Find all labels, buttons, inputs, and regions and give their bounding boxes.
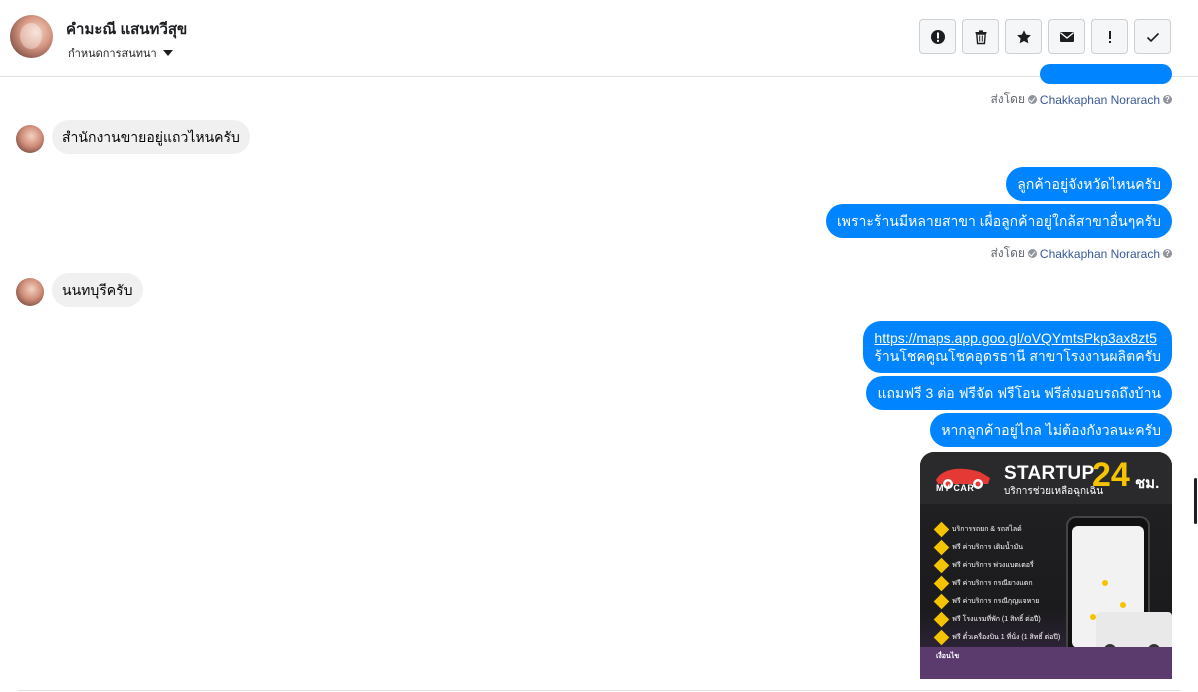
report-spam-button[interactable] — [919, 19, 956, 54]
sent-by-label: ส่งโดย — [990, 92, 1025, 106]
conditions-label: เงื่อนไข — [936, 653, 960, 660]
sender-name-link[interactable]: Chakkaphan Norarach — [1040, 247, 1160, 261]
help-icon[interactable]: ? — [1163, 95, 1172, 104]
check-icon — [1146, 32, 1159, 42]
message-bubble-outgoing[interactable]: หากลูกค้าอยู่ไกล ไม่ต้องกังวลนะครับ — [930, 413, 1172, 447]
service-label: ฟรี ค่าบริการ เติมน้ำมัน — [952, 544, 1024, 551]
service-label: ฟรี ค่าบริการ พ่วงแบตเตอรี่ — [952, 562, 1034, 569]
envelope-icon — [1059, 31, 1074, 42]
service-diamond-icon — [933, 575, 950, 592]
alert-circle-icon — [930, 29, 945, 44]
mark-unread-button[interactable] — [1048, 19, 1085, 54]
maps-link[interactable]: https://maps.app.goo.gl/oVQYmtsPkp3ax8zt… — [874, 330, 1157, 346]
help-icon[interactable]: ? — [1163, 249, 1172, 258]
sent-by-line: ส่งโดย Chakkaphan Norarach ? — [990, 244, 1172, 263]
message-thread[interactable]: ส่งโดย Chakkaphan Norarach ? สำนักงานขาย… — [0, 64, 1198, 692]
message-bubble-outgoing[interactable]: เพราะร้านมีหลายสาขา เผื่อลูกค้าอยู่ใกล้ส… — [826, 204, 1172, 238]
sent-by-label: ส่งโดย — [990, 246, 1025, 260]
star-icon — [1016, 29, 1031, 43]
message-bubble-incoming[interactable]: นนทบุรีครับ — [52, 273, 143, 307]
contact-avatar-small[interactable] — [16, 125, 44, 153]
service-label: ฟรี โรงแรมที่พัก (1 สิทธิ์ ต่อปี) — [952, 616, 1041, 623]
mark-done-button[interactable] — [1134, 19, 1171, 54]
service-diamond-icon — [933, 539, 950, 556]
conversation-schedule-label: กำหนดการสนทนา — [68, 48, 157, 60]
caret-down-icon — [162, 50, 173, 56]
card-headline: STARTUP — [1004, 463, 1095, 484]
service-item: ฟรี ค่าบริการ พ่วงแบตเตอรี่ — [933, 557, 1066, 574]
service-label: ฟรี ค่าบริการ กรณียางแตก — [952, 580, 1033, 587]
service-item: ฟรี ค่าบริการ กรณียางแตก — [933, 575, 1066, 592]
message-bubble-outgoing-link[interactable]: https://maps.app.goo.gl/oVQYmtsPkp3ax8zt… — [863, 321, 1172, 373]
delete-button[interactable] — [962, 19, 999, 54]
action-toolbar — [919, 19, 1171, 54]
contact-name[interactable]: คำมะณี แสนทวีสุข — [66, 17, 187, 41]
divider — [18, 690, 1180, 691]
card-tagline: บริการช่วยเหลือฉุกเฉิน — [1004, 486, 1104, 497]
message-bubble-outgoing[interactable]: ลูกค้าอยู่จังหวัดไหนครับ — [1006, 167, 1172, 201]
hours-unit: ชม. — [1135, 475, 1160, 492]
hours-number: 24 — [1092, 456, 1130, 494]
map-pin-icon — [1120, 602, 1126, 608]
image-attachment[interactable]: MY CAR STARTUP บริการช่วยเหลือฉุกเฉิน 24… — [920, 452, 1172, 679]
service-label: ฟรี ค่าบริการ กรณีกุญแจหาย — [952, 598, 1040, 605]
service-label: บริการรถยก & รถสไลด์ — [952, 526, 1022, 533]
trash-icon — [975, 29, 986, 44]
service-diamond-icon — [933, 521, 950, 538]
exclamation-icon — [1108, 30, 1111, 43]
service-diamond-icon — [933, 611, 950, 628]
message-bubble-outgoing[interactable]: แถมฟรี 3 ต่อ ฟรีจัด ฟรีโอน ฟรีส่งมอบรถถึ… — [866, 376, 1172, 410]
logo-text: MY CAR — [936, 483, 975, 493]
service-diamond-icon — [933, 593, 950, 610]
message-text: ร้านโชคคูณโชคอุดรธานี สาขาโรงงานผลิตครับ — [874, 348, 1161, 364]
service-item: ฟรี ค่าบริการ กรณีกุญแจหาย — [933, 593, 1066, 610]
service-diamond-icon — [933, 629, 950, 646]
sender-name-link[interactable]: Chakkaphan Norarach — [1040, 93, 1160, 107]
important-button[interactable] — [1091, 19, 1128, 54]
card-conditions: เงื่อนไข — [920, 647, 1172, 679]
conversation-header: คำมะณี แสนทวีสุข กำหนดการสนทนา — [0, 0, 1198, 77]
scrollbar-thumb[interactable] — [1194, 478, 1197, 524]
service-item: บริการรถยก & รถสไลด์ — [933, 521, 1066, 538]
star-button[interactable] — [1005, 19, 1042, 54]
sent-by-line: ส่งโดย Chakkaphan Norarach ? — [990, 90, 1172, 109]
message-bubble-outgoing-clipped[interactable] — [1040, 64, 1172, 84]
conversation-schedule-dropdown[interactable]: กำหนดการสนทนา — [68, 44, 173, 62]
verified-check-icon — [1027, 249, 1037, 258]
service-item: ฟรี โรงแรมที่พัก (1 สิทธิ์ ต่อปี) — [933, 611, 1066, 628]
message-bubble-incoming[interactable]: สำนักงานขายอยู่แถวไหนครับ — [52, 120, 250, 154]
contact-avatar[interactable] — [10, 15, 53, 58]
verified-check-icon — [1027, 95, 1037, 104]
service-diamond-icon — [933, 557, 950, 574]
service-item: ฟรี ตั๋วเครื่องบิน 1 ที่นั่ง (1 สิทธิ์ ต… — [933, 629, 1066, 646]
service-label: ฟรี ตั๋วเครื่องบิน 1 ที่นั่ง (1 สิทธิ์ ต… — [952, 634, 1061, 641]
contact-avatar-small[interactable] — [16, 278, 44, 306]
map-pin-icon — [1102, 580, 1108, 586]
service-item: ฟรี ค่าบริการ เติมน้ำมัน — [933, 539, 1066, 556]
